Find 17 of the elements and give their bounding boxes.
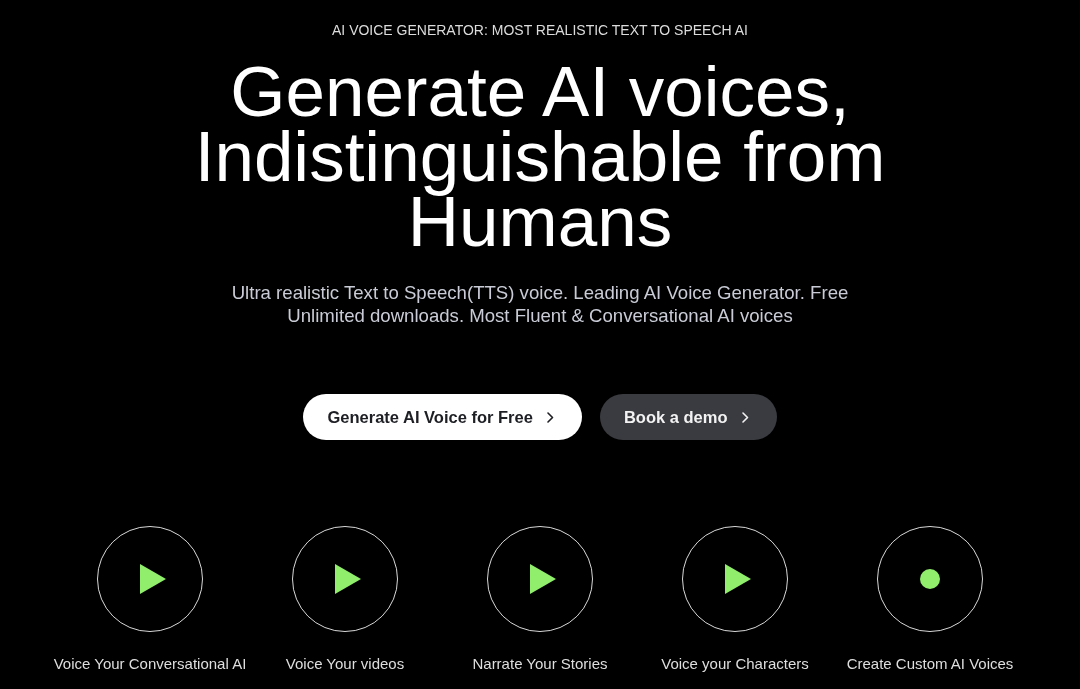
use-case-label: Narrate Your Stories <box>472 654 608 674</box>
play-icon <box>725 564 751 594</box>
use-case-label: Create Custom AI Voices <box>846 654 1014 674</box>
use-case-label: Voice Your Conversational AI <box>53 654 247 674</box>
eyebrow-text: AI VOICE GENERATOR: MOST REALISTIC TEXT TO SPEECH AI <box>332 21 748 39</box>
dot-icon <box>920 569 940 589</box>
chevron-icon <box>741 411 749 423</box>
page-heading: Generate AI voices, Indistinguishable from Humans <box>193 59 887 254</box>
demo-button[interactable]: Book a demo <box>599 394 777 440</box>
chevron-icon <box>546 411 554 423</box>
play-icon <box>140 564 166 594</box>
play-icon <box>335 564 361 594</box>
use-case-label: Voice Your videos <box>285 654 405 674</box>
use-case-label: Voice your Characters <box>661 654 809 674</box>
play-icon <box>530 564 556 594</box>
hero-subtitle: Ultra realistic Text to Speech(TTS) voice. Leading AI Voice Generator. Free Unlimited downloads. Most Fluent & Conversational AI voices <box>230 281 850 327</box>
generate-voice-button[interactable]: Generate AI Voice for Free <box>303 394 582 440</box>
